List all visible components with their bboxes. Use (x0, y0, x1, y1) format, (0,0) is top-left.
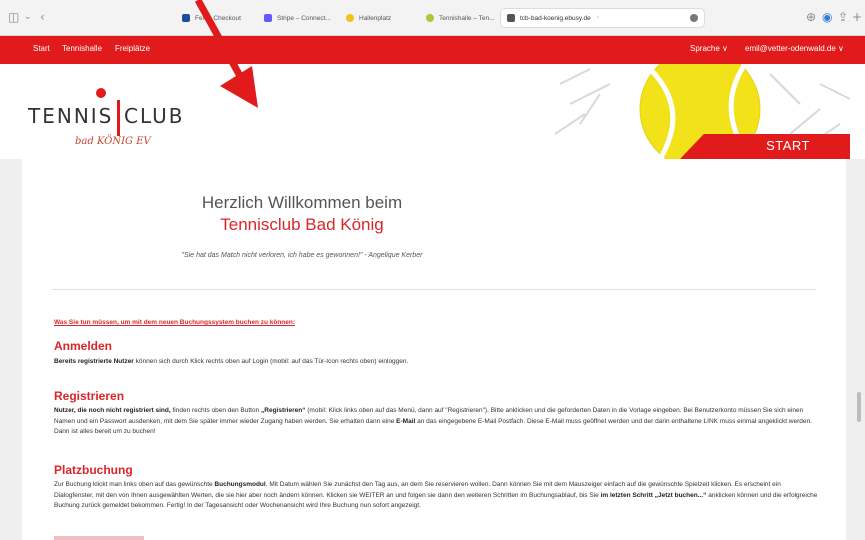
ball-icon (426, 14, 434, 22)
tab-hallenplatz[interactable]: Hallenplatz (340, 8, 418, 28)
user-menu[interactable]: emil@vetter-odenwald.de ∨ (745, 44, 844, 53)
logo-ball-icon (96, 88, 106, 98)
ball-icon (346, 14, 354, 22)
logo-divider (117, 100, 120, 136)
text: finden rechts oben den Button (170, 407, 262, 414)
site-icon (507, 14, 515, 22)
next-section-title-partial (54, 536, 144, 540)
section-text-registrieren: Nutzer, die noch nicht registriert sind,… (54, 406, 819, 438)
share-icon[interactable]: ⇪ (838, 10, 848, 24)
welcome-heading: Herzlich Willkommen beim (201, 193, 403, 212)
text: Zur Buchung klickt man links oben auf da… (54, 481, 215, 488)
site-header: TENNIS CLUB bad KÖNIG EV START (0, 64, 865, 159)
lock-icon: ▫ (596, 15, 599, 21)
bold-text: E-Mail (396, 417, 416, 425)
quote: "Sie hat das Match nicht verloren, ich h… (181, 252, 423, 259)
bold-text: „Registrieren“ (261, 407, 306, 414)
chevron-down-icon[interactable]: ⌄ (24, 12, 32, 22)
tab-checkout[interactable]: Fertig Checkout (176, 8, 254, 28)
bold-text: im letzten Schritt „Jetzt buchen...“ (600, 491, 707, 499)
logo-club: CLUB (124, 104, 185, 128)
section-title-registrieren: Registrieren (54, 389, 125, 403)
section-text-platzbuchung: Zur Buchung klickt man links oben auf da… (54, 480, 819, 512)
tab-label: Hallenplatz (359, 14, 392, 22)
tab-label: Stripe – Connect... (277, 14, 331, 22)
divider (52, 289, 816, 290)
bold-text: Buchungsmodul (214, 481, 266, 488)
bold-text: Bereits registrierte Nutzer (54, 358, 134, 365)
section-title-anmelden: Anmelden (54, 339, 113, 353)
language-menu[interactable]: Sprache ∨ (690, 44, 728, 53)
stripe-icon (264, 14, 272, 22)
browser-toolbar: ◫ ⌄ ‹ Fertig Checkout Stripe – Connect..… (0, 0, 865, 36)
nav-tennishalle[interactable]: Tennishalle (62, 44, 102, 53)
tab-active[interactable]: tcb-bad-koenig.ebusy.de ▫ (500, 8, 705, 28)
text: können sich durch Klick rechts oben auf … (133, 358, 409, 365)
profile-icon[interactable]: ◉ (822, 10, 832, 24)
download-icon[interactable]: ⊕ (806, 10, 816, 24)
tab-label: Tennishalle – Ten... (439, 14, 495, 22)
extension-icon[interactable] (690, 14, 698, 22)
paypal-icon (182, 14, 190, 22)
logo-tennis: TENNIS (28, 104, 114, 128)
section-title-platzbuchung: Platzbuchung (54, 463, 133, 477)
site-nav: Start Tennishalle Freiplätze Sprache ∨ e… (0, 36, 865, 64)
bold-text: Nutzer, die noch nicht registriert sind, (54, 407, 171, 414)
tab-label: Fertig Checkout (195, 14, 241, 22)
back-icon[interactable]: ‹ (40, 10, 45, 24)
section-text-anmelden: Bereits registrierte Nutzer können sich … (54, 357, 819, 368)
intro-text: Was Sie tun müssen, um mit dem neuen Buc… (54, 319, 296, 326)
tab-stripe[interactable]: Stripe – Connect... (258, 8, 336, 28)
sidebar-toggle-icon[interactable]: ◫ (8, 10, 19, 24)
new-tab-icon[interactable]: + (852, 10, 862, 24)
scrollbar[interactable] (857, 392, 861, 422)
club-name-heading: Tennisclub Bad König (220, 215, 384, 234)
start-banner (680, 134, 850, 159)
tab-tennishalle[interactable]: Tennishalle – Ten... (420, 8, 498, 28)
logo-subtitle: bad KÖNIG EV (75, 136, 151, 147)
nav-freiplaetze[interactable]: Freiplätze (115, 44, 150, 53)
tab-label: tcb-bad-koenig.ebusy.de (520, 14, 591, 22)
nav-start[interactable]: Start (33, 44, 50, 53)
page-title: START (766, 138, 810, 153)
content-card: Herzlich Willkommen beim Tennisclub Bad … (22, 159, 846, 540)
